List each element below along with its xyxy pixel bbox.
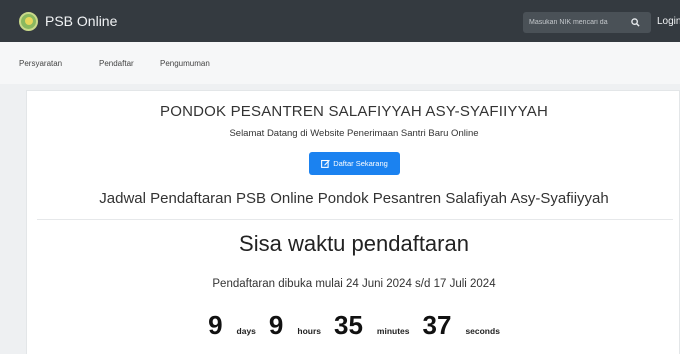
schedule-heading: Jadwal Pendaftaran PSB Online Pondok Pes… bbox=[99, 190, 609, 207]
countdown-title: Sisa waktu pendaftaran bbox=[239, 231, 469, 256]
countdown-timer: 9 days 9 hours 35 minutes 37 seconds bbox=[27, 310, 680, 341]
registration-period: Pendaftaran dibuka mulai 24 Juni 2024 s/… bbox=[212, 278, 496, 290]
brand-name: PSB Online bbox=[45, 13, 118, 29]
countdown-minutes-label: minutes bbox=[376, 326, 410, 336]
countdown-seconds-value: 37 bbox=[422, 310, 452, 340]
search-input[interactable] bbox=[523, 12, 623, 33]
countdown-seconds-label: seconds bbox=[465, 326, 500, 336]
countdown-minutes-value: 35 bbox=[334, 310, 363, 340]
countdown-hours-value: 9 bbox=[268, 310, 284, 340]
countdown-days-value: 9 bbox=[208, 310, 223, 340]
divider bbox=[37, 219, 673, 220]
countdown-hours-label: hours bbox=[297, 326, 321, 336]
search-button[interactable] bbox=[623, 12, 647, 33]
register-button-label: Daftar Sekarang bbox=[333, 159, 388, 168]
page-title: PONDOK PESANTREN SALAFIYYAH ASY-SYAFIIYY… bbox=[160, 103, 548, 120]
mosque-logo-icon bbox=[19, 11, 38, 31]
nav-pengumuman[interactable]: Pengumuman bbox=[160, 59, 210, 68]
main-card: PONDOK PESANTREN SALAFIYYAH ASY-SYAFIIYY… bbox=[26, 90, 680, 354]
brand[interactable]: PSB Online bbox=[19, 11, 118, 31]
search-icon bbox=[630, 18, 640, 27]
welcome-text: Selamat Datang di Website Penerimaan San… bbox=[229, 128, 479, 139]
nav-persyaratan[interactable]: Persyaratan bbox=[19, 59, 62, 68]
search-box bbox=[523, 12, 651, 33]
countdown-days-label: days bbox=[236, 326, 256, 336]
secondary-nav: Persyaratan Pendaftar Pengumuman bbox=[0, 42, 680, 84]
top-navbar: PSB Online Login bbox=[0, 0, 680, 42]
login-link[interactable]: Login bbox=[657, 16, 680, 27]
nav-pendaftar[interactable]: Pendaftar bbox=[99, 59, 134, 68]
edit-icon bbox=[321, 159, 331, 168]
register-button[interactable]: Daftar Sekarang bbox=[309, 152, 400, 175]
